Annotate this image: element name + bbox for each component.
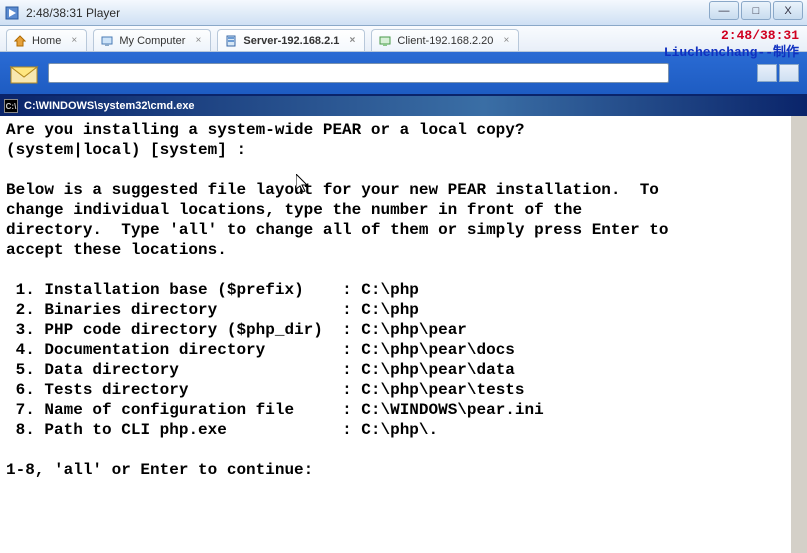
home-icon	[13, 34, 27, 48]
row-num: 7	[16, 401, 26, 419]
row-label: Name of configuration file	[44, 401, 332, 419]
computer-icon	[100, 34, 114, 48]
tab-close-icon[interactable]: ×	[68, 35, 80, 47]
mail-icon	[8, 59, 40, 87]
tab-close-icon[interactable]: ×	[192, 35, 204, 47]
player-app-icon	[4, 5, 20, 21]
tab-my-computer[interactable]: My Computer ×	[93, 29, 211, 51]
close-button[interactable]: X	[773, 1, 803, 20]
row-label: Tests directory	[44, 381, 332, 399]
row-value: C:\php\pear	[361, 321, 467, 339]
player-titlebar: 2:48/38:31 Player — □ X	[0, 0, 807, 26]
tab-close-icon[interactable]: ×	[346, 35, 358, 47]
address-bar[interactable]	[48, 63, 669, 83]
player-title: 2:48/38:31 Player	[26, 6, 120, 20]
cmd-line: Below is a suggested file layout for you…	[6, 181, 659, 199]
toolbar-button[interactable]	[757, 64, 777, 82]
tab-home[interactable]: Home ×	[6, 29, 87, 51]
row-num: 8	[16, 421, 26, 439]
cmd-line: Are you installing a system-wide PEAR or…	[6, 121, 524, 139]
row-label: Data directory	[44, 361, 332, 379]
cmd-titlebar[interactable]: C:\ C:\WINDOWS\system32\cmd.exe	[0, 96, 807, 116]
row-label: PHP code directory ($php_dir)	[44, 321, 332, 339]
cmd-output[interactable]: Are you installing a system-wide PEAR or…	[0, 116, 807, 553]
cmd-title-text: C:\WINDOWS\system32\cmd.exe	[24, 100, 195, 112]
tab-server[interactable]: Server-192.168.2.1 ×	[217, 29, 365, 51]
row-num: 6	[16, 381, 26, 399]
client-icon	[378, 34, 392, 48]
window-controls: — □ X	[709, 1, 803, 20]
maximize-button[interactable]: □	[741, 1, 771, 20]
row-num: 5	[16, 361, 26, 379]
cmd-line: accept these locations.	[6, 241, 227, 259]
tab-label: My Computer	[119, 35, 185, 47]
cmd-line: directory. Type 'all' to change all of t…	[6, 221, 669, 239]
minimize-glyph: —	[719, 5, 730, 17]
row-value: C:\php\pear\tests	[361, 381, 524, 399]
row-label: Documentation directory	[44, 341, 332, 359]
row-value: C:\php	[361, 281, 419, 299]
tab-label: Server-192.168.2.1	[243, 35, 339, 47]
row-num: 2	[16, 301, 26, 319]
row-num: 1	[16, 281, 26, 299]
tab-label: Client-192.168.2.20	[397, 35, 493, 47]
toolbar-right-buttons	[757, 64, 799, 82]
row-label: Binaries directory	[44, 301, 332, 319]
recording-overlay: 2:48/38:31 Liuchenchang--制作	[664, 28, 799, 62]
row-label: Path to CLI php.exe	[44, 421, 332, 439]
server-icon	[224, 34, 238, 48]
tab-label: Home	[32, 35, 61, 47]
row-value: C:\php\.	[361, 421, 438, 439]
cmd-window: C:\ C:\WINDOWS\system32\cmd.exe Are you …	[0, 94, 807, 553]
row-value: C:\WINDOWS\pear.ini	[361, 401, 543, 419]
close-glyph: X	[784, 5, 791, 17]
tab-client[interactable]: Client-192.168.2.20 ×	[371, 29, 519, 51]
overlay-author: Liuchenchang--制作	[664, 45, 799, 62]
cmd-line: change individual locations, type the nu…	[6, 201, 582, 219]
toolbar-button[interactable]	[779, 64, 799, 82]
cmd-line: (system|local) [system] :	[6, 141, 246, 159]
row-value: C:\php\pear\docs	[361, 341, 515, 359]
maximize-glyph: □	[753, 5, 760, 17]
row-num: 3	[16, 321, 26, 339]
row-value: C:\php	[361, 301, 419, 319]
cmd-footer: 1-8, 'all' or Enter to continue:	[6, 461, 313, 479]
overlay-time: 2:48/38:31	[664, 28, 799, 45]
row-label: Installation base ($prefix)	[44, 281, 332, 299]
cmd-icon: C:\	[4, 99, 18, 113]
tab-close-icon[interactable]: ×	[500, 35, 512, 47]
row-num: 4	[16, 341, 26, 359]
minimize-button[interactable]: —	[709, 1, 739, 20]
row-value: C:\php\pear\data	[361, 361, 515, 379]
